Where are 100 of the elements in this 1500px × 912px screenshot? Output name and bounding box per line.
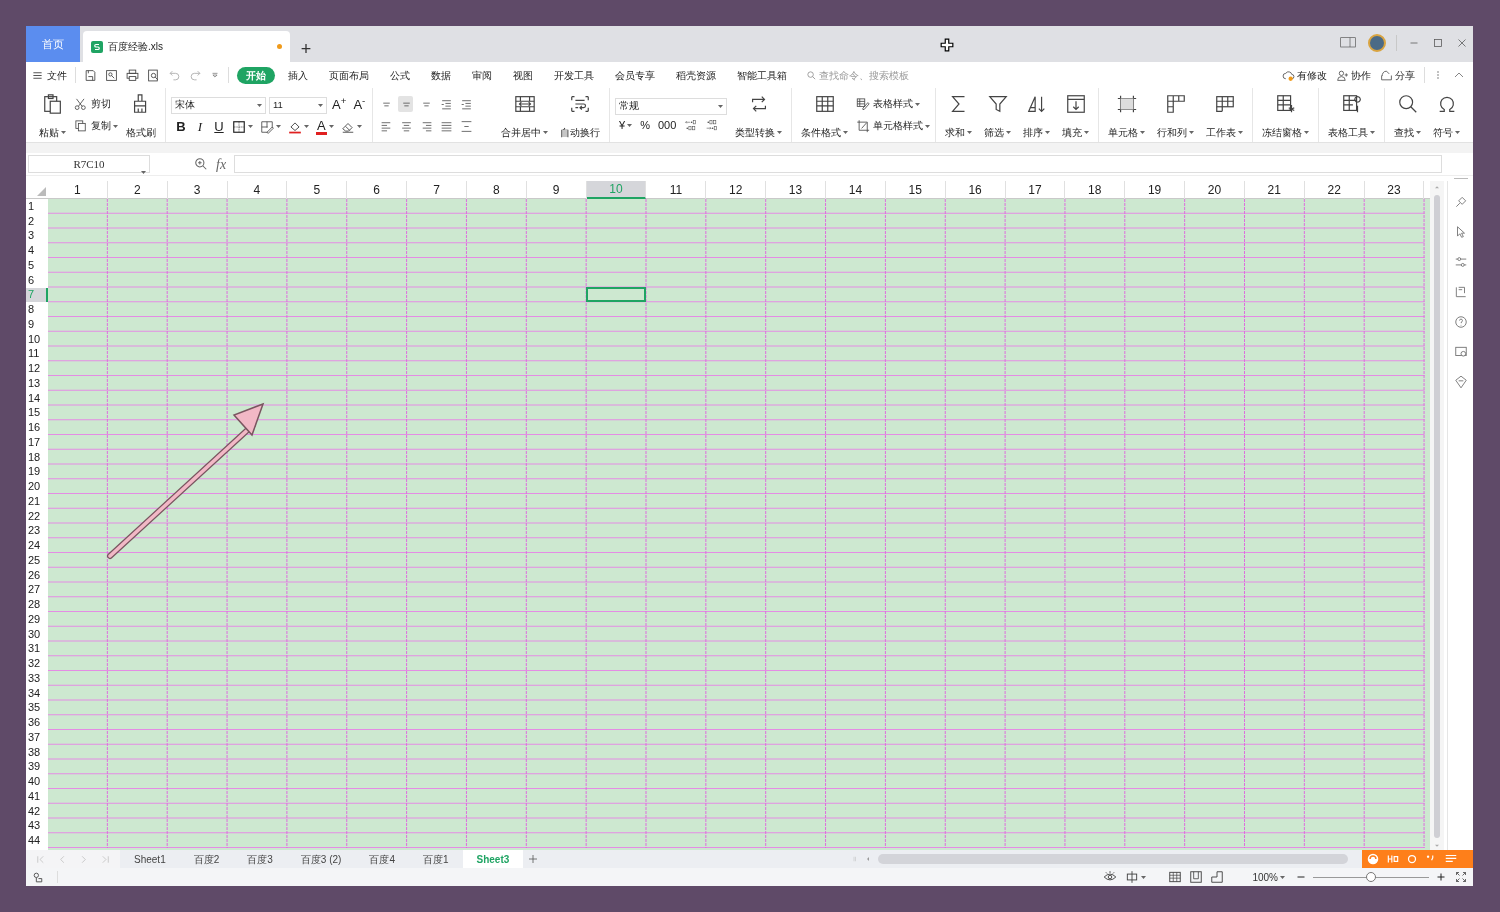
row-header[interactable]: 4 — [26, 243, 48, 258]
command-search-field[interactable]: 查找命令、搜索模板 — [806, 67, 939, 83]
document-tab[interactable]: 百度经验.xls — [83, 31, 290, 62]
row-header[interactable]: 44 — [26, 833, 48, 848]
menu-tab[interactable]: 页面布局 — [327, 66, 371, 84]
italic-button[interactable]: I — [194, 120, 206, 134]
ribbon-button[interactable]: 复制 — [74, 117, 118, 135]
row-header[interactable]: 40 — [26, 774, 48, 789]
ribbon-button[interactable]: 行和列 — [1153, 93, 1198, 137]
menu-tab[interactable]: 视图 — [511, 66, 535, 84]
toolbar-action[interactable]: 分享 — [1380, 67, 1415, 83]
row-header[interactable]: 12 — [26, 361, 48, 376]
ribbon-button[interactable]: 填充 — [1058, 93, 1093, 137]
toolbar-action[interactable]: 有修改 — [1282, 67, 1327, 83]
sheet-tab[interactable]: 百度4 — [355, 850, 409, 868]
menu-tab[interactable]: 数据 — [429, 66, 453, 84]
row-header[interactable]: 13 — [26, 376, 48, 391]
avatar[interactable] — [1368, 34, 1386, 52]
formula-input[interactable] — [234, 155, 1443, 173]
number-format-button[interactable]: 000 — [657, 120, 677, 131]
row-header[interactable]: 1 — [26, 199, 48, 214]
row-header[interactable]: 36 — [26, 715, 48, 730]
row-header[interactable]: 37 — [26, 730, 48, 745]
ribbon-button[interactable]: 单元格 — [1104, 93, 1149, 137]
menu-tab[interactable]: 审阅 — [470, 66, 494, 84]
number-format-field[interactable]: 常规 — [615, 98, 727, 115]
cell-grid[interactable] — [48, 199, 1430, 850]
ribbon-button[interactable]: 排序 — [1019, 93, 1054, 137]
row-header[interactable]: 26 — [26, 567, 48, 583]
menu-tab[interactable]: 插入 — [286, 66, 310, 84]
ribbon-button[interactable]: 符号 — [1429, 93, 1464, 137]
ribbon-button[interactable]: 表格工具 — [1324, 93, 1379, 137]
row-header[interactable]: 32 — [26, 656, 48, 671]
row-header[interactable]: 41 — [26, 789, 48, 804]
row-header[interactable]: 16 — [26, 420, 48, 435]
row-header[interactable]: 31 — [26, 641, 48, 657]
menu-tab[interactable]: 智能工具箱 — [735, 66, 789, 84]
ribbon-button[interactable]: 单元格样式 — [856, 117, 930, 135]
row-header[interactable]: 19 — [26, 464, 48, 480]
row-header[interactable]: 17 — [26, 435, 48, 450]
ribbon-button[interactable]: 合并居中 — [497, 93, 552, 137]
ribbon-button[interactable]: 筛选 — [980, 93, 1015, 137]
number-format-button[interactable]: ¥ — [619, 120, 633, 131]
ribbon-button[interactable]: 类型转换 — [731, 93, 786, 137]
row-header[interactable]: 6 — [26, 272, 48, 288]
row-header[interactable]: 18 — [26, 449, 48, 465]
row-header[interactable]: 33 — [26, 671, 48, 686]
sheet-tab[interactable]: 百度1 — [408, 850, 463, 868]
row-header[interactable]: 38 — [26, 744, 48, 760]
menu-tab[interactable]: 会员专享 — [613, 66, 657, 84]
row-header[interactable]: 2 — [26, 213, 48, 229]
row-header[interactable]: 42 — [26, 803, 48, 819]
zoom-slider-thumb[interactable] — [1366, 871, 1376, 882]
selected-cell[interactable] — [585, 286, 647, 303]
ribbon-button[interactable]: 查找 — [1390, 93, 1425, 137]
increase-font-button[interactable]: A$^{+}$ — [330, 95, 349, 115]
row-header[interactable]: 35 — [26, 700, 48, 716]
row-header[interactable]: 21 — [26, 494, 48, 509]
file-menu[interactable]: 文件 — [32, 67, 67, 83]
row-header[interactable]: 20 — [26, 479, 48, 494]
menu-tab[interactable]: 公式 — [388, 66, 412, 84]
row-header[interactable]: 39 — [26, 759, 48, 775]
font-name-field[interactable]: 宋体 — [171, 96, 266, 114]
number-format-button[interactable]: % — [640, 120, 650, 131]
menu-tab[interactable]: 稻壳资源 — [674, 66, 718, 84]
ribbon-button[interactable]: 格式刷 — [122, 93, 160, 137]
ribbon-button[interactable]: 条件格式 — [797, 93, 852, 137]
row-header[interactable]: 9 — [26, 317, 48, 332]
ribbon-button[interactable]: 剪切 — [74, 95, 118, 113]
ribbon-button[interactable]: 粘贴 — [35, 93, 70, 137]
menu-tab[interactable]: 开发工具 — [552, 66, 596, 84]
row-header[interactable]: 23 — [26, 523, 48, 539]
name-box[interactable]: R7C10 — [28, 155, 150, 173]
ribbon-button[interactable]: 冻结窗格 — [1258, 93, 1313, 137]
toolbar-action[interactable]: 协作 — [1336, 67, 1371, 83]
decrease-font-button[interactable]: A$^{-}$ — [351, 95, 368, 115]
row-header[interactable]: 43 — [26, 818, 48, 834]
underline-button[interactable]: U — [213, 120, 225, 134]
vertical-scrollbar[interactable] — [1434, 195, 1440, 838]
bold-button[interactable]: B — [175, 120, 187, 134]
row-header[interactable]: 14 — [26, 390, 48, 406]
new-tab-button[interactable]: + — [298, 40, 314, 58]
row-header[interactable]: 3 — [26, 228, 48, 244]
sheet-tab[interactable]: 百度3 — [233, 850, 287, 868]
input-method-toolbar[interactable] — [1362, 850, 1473, 868]
ribbon-button[interactable]: 自动换行 — [556, 93, 604, 137]
row-header[interactable]: 11 — [26, 346, 48, 362]
row-header[interactable]: 30 — [26, 626, 48, 642]
row-header[interactable]: 15 — [26, 405, 48, 421]
sheet-tab[interactable]: 百度3 (2) — [286, 850, 356, 868]
row-header[interactable]: 22 — [26, 508, 48, 524]
row-header[interactable]: 27 — [26, 582, 48, 598]
row-header[interactable]: 25 — [26, 553, 48, 568]
sheet-tab[interactable]: 百度2 — [179, 850, 234, 868]
ribbon-button[interactable]: 工作表 — [1202, 93, 1247, 137]
row-header[interactable]: 5 — [26, 258, 48, 273]
zoom-level[interactable]: 100% — [1252, 869, 1278, 885]
font-color-button[interactable]: A — [316, 118, 327, 135]
horizontal-scrollbar[interactable] — [878, 854, 1348, 864]
ribbon-button[interactable]: 求和 — [941, 93, 976, 137]
